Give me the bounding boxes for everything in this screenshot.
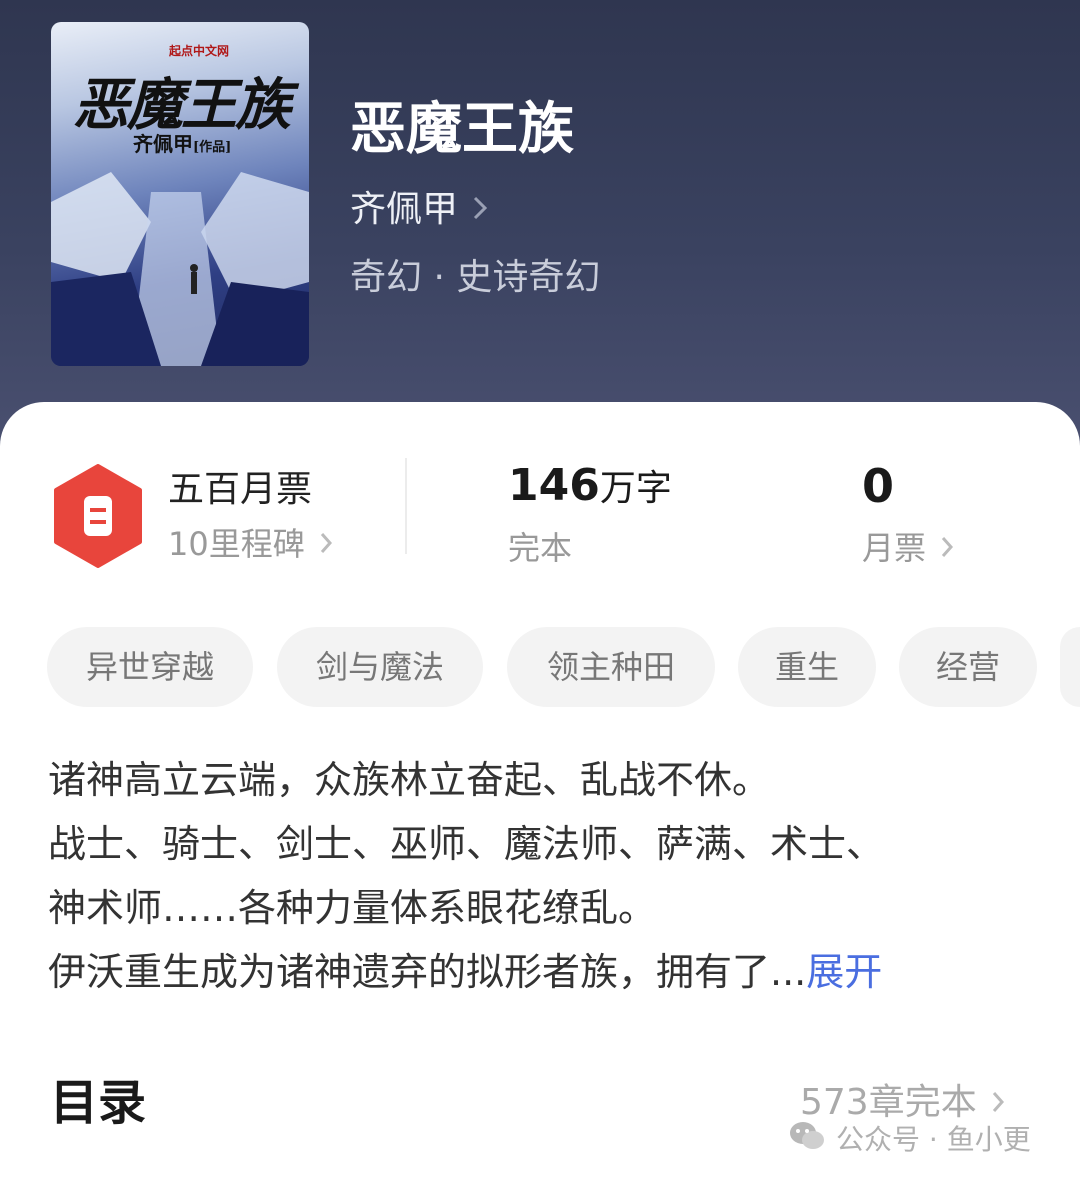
expand-link[interactable]: 展开 — [806, 950, 882, 994]
monthly-votes-label: 月票 — [862, 529, 927, 567]
monthly-ticket-badge-icon[interactable] — [52, 464, 144, 568]
badge-title: 五百月票 — [168, 469, 313, 510]
monthly-votes-value: 0 — [862, 459, 895, 513]
tag-chip[interactable]: 异世穿越 — [47, 627, 253, 707]
description-line: 神术师……各种力量体系眼花缭乱。 — [48, 886, 657, 930]
author-link[interactable]: 齐佩甲 — [350, 188, 488, 232]
tag-chip[interactable]: 重生 — [738, 627, 876, 707]
tag-chip[interactable]: 经营 — [899, 627, 1037, 707]
chevron-right-icon — [319, 524, 333, 564]
tag-chip[interactable]: 领主种田 — [507, 627, 715, 707]
description-line: 诸神高立云端，众族林立奋起、乱战不休。 — [48, 758, 771, 802]
watermark: 公众号 · 鱼小更 — [788, 1120, 1031, 1160]
description-line: 战士、骑士、剑士、巫师、魔法师、萨满、术士、 — [48, 822, 885, 866]
completion-status: 完本 — [508, 529, 573, 567]
toc-title: 目录 — [50, 1075, 147, 1131]
book-title: 恶魔王族 — [350, 97, 574, 162]
chevron-right-icon — [472, 188, 488, 232]
wechat-icon — [788, 1120, 826, 1160]
word-count: 146万字 — [508, 460, 672, 515]
genre-label: 奇幻 · 史诗奇幻 — [350, 257, 601, 298]
milestone-label: 10里程碑 — [168, 525, 305, 563]
stat-divider — [405, 458, 407, 554]
author-name: 齐佩甲 — [350, 189, 459, 230]
cover-author: 齐佩甲[作品] — [133, 128, 231, 157]
description-line: 伊沃重生成为诸神遗弃的拟形者族，拥有了... — [48, 950, 807, 994]
cover-author-name: 齐佩甲 — [133, 132, 193, 156]
cover-author-suffix: [作品] — [193, 140, 232, 155]
book-description: 诸神高立云端，众族林立奋起、乱战不休。 战士、骑士、剑士、巫师、魔法师、萨满、术… — [48, 748, 1038, 1004]
tag-chip[interactable]: 剑与魔法 — [277, 627, 483, 707]
monthly-votes-link[interactable]: 月票 — [862, 528, 954, 568]
tag-chip-overflow[interactable] — [1060, 627, 1080, 707]
description-line-last: 伊沃重生成为诸神遗弃的拟形者族，拥有了...展开 — [48, 940, 1038, 1004]
watermark-text: 公众号 · 鱼小更 — [836, 1123, 1031, 1156]
chevron-right-icon — [940, 528, 954, 568]
word-count-unit: 万字 — [599, 468, 672, 509]
cover-publisher: 起点中文网 — [169, 44, 230, 58]
milestone-link[interactable]: 10里程碑 — [168, 524, 333, 564]
word-count-value: 146 — [508, 460, 600, 511]
book-cover[interactable]: 起点中文网 恶魔王族 齐佩甲[作品] — [51, 22, 309, 366]
